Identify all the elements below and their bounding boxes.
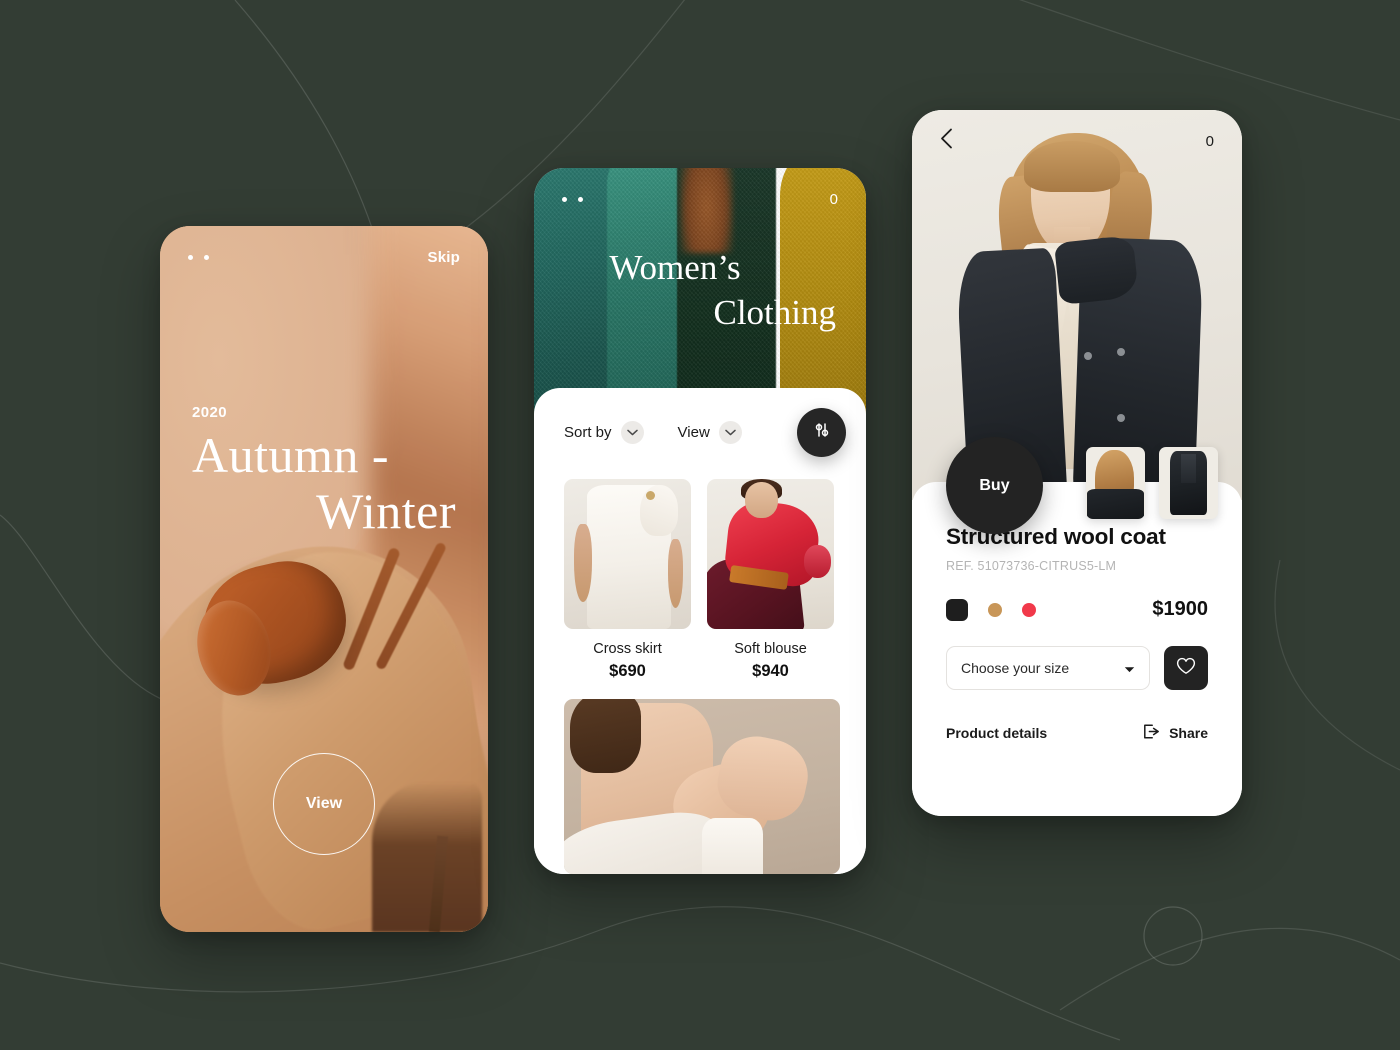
thumbnail-item[interactable] xyxy=(1159,447,1218,519)
catalog-sheet: Sort by View Cross skirt $690 Soft blous… xyxy=(534,388,866,874)
pagination-dot xyxy=(562,196,567,202)
product-price: $1900 xyxy=(1152,598,1208,620)
share-label: Share xyxy=(1169,725,1208,741)
view-mode-label: View xyxy=(677,424,710,441)
share-arrow-icon xyxy=(1143,724,1160,742)
back-button[interactable] xyxy=(940,128,953,154)
favorite-button[interactable] xyxy=(1164,646,1208,690)
onboarding-heading: 2020 Autumn - Winter xyxy=(192,404,460,539)
product-card[interactable]: Soft blouse $940 xyxy=(707,479,834,681)
color-swatch-tan[interactable] xyxy=(988,602,1002,617)
detail-topbar: 0 xyxy=(912,110,1242,172)
chevron-left-icon xyxy=(940,128,953,153)
product-card-wide[interactable] xyxy=(564,699,840,874)
share-button[interactable]: Share xyxy=(1143,724,1208,742)
sort-by-control[interactable]: Sort by xyxy=(564,421,644,444)
caret-down-icon xyxy=(1124,660,1135,676)
cart-count[interactable]: 0 xyxy=(830,191,838,208)
season-title-line1: Autumn - xyxy=(192,427,390,483)
pagination-dots[interactable] xyxy=(188,254,209,260)
size-select-value: Choose your size xyxy=(961,660,1070,676)
heart-icon xyxy=(1176,657,1196,680)
screen-onboarding: Skip 2020 Autumn - Winter View xyxy=(160,226,488,932)
product-price: $690 xyxy=(609,662,646,680)
pagination-dot xyxy=(578,196,583,202)
product-name: Cross skirt xyxy=(593,641,662,657)
view-mode-control[interactable]: View xyxy=(678,421,742,444)
skip-button[interactable]: Skip xyxy=(428,249,460,266)
view-button[interactable]: View xyxy=(273,753,375,855)
product-price: $940 xyxy=(752,662,789,680)
product-name: Soft blouse xyxy=(734,641,807,657)
thumbnail-strip xyxy=(1086,447,1218,519)
chevron-down-icon xyxy=(718,421,742,444)
size-select[interactable]: Choose your size xyxy=(946,646,1150,690)
pagination-dot xyxy=(188,254,193,260)
chevron-down-icon xyxy=(620,421,644,444)
product-info-sheet: Structured wool coat REF. 51073736-CITRU… xyxy=(912,482,1242,816)
catalog-title: Women’s Clothing xyxy=(560,246,836,336)
thumbnail-item[interactable] xyxy=(1086,447,1145,519)
sort-by-label: Sort by xyxy=(564,424,612,441)
filter-button[interactable] xyxy=(797,408,846,457)
pagination-dots[interactable] xyxy=(562,196,583,202)
product-image xyxy=(564,479,691,629)
detail-actions-row: Product details Share xyxy=(946,724,1208,742)
catalog-title-line1: Women’s xyxy=(609,248,741,287)
catalog-topbar: 0 xyxy=(534,168,866,230)
onboarding-topbar: Skip xyxy=(160,226,488,288)
season-year: 2020 xyxy=(192,404,227,421)
buy-button[interactable]: Buy xyxy=(946,437,1043,534)
product-card[interactable]: Cross skirt $690 xyxy=(564,479,691,681)
catalog-title-line2: Clothing xyxy=(713,292,836,332)
catalog-toolbar: Sort by View xyxy=(534,388,866,469)
pagination-dot xyxy=(204,254,209,260)
size-and-favorite-row: Choose your size xyxy=(946,646,1208,690)
color-swatch-black[interactable] xyxy=(946,598,968,621)
color-swatch-red[interactable] xyxy=(1022,602,1036,617)
cart-count[interactable]: 0 xyxy=(1206,133,1214,150)
product-ref: REF. 51073736-CITRUS5-LM xyxy=(946,559,1117,573)
color-options: $1900 xyxy=(946,598,1208,621)
season-title: Autumn - Winter xyxy=(192,427,460,539)
product-image xyxy=(707,479,834,629)
product-details-link[interactable]: Product details xyxy=(946,725,1047,741)
screen-catalog: 0 Women’s Clothing Sort by View Cross sk… xyxy=(534,168,866,874)
sliders-icon xyxy=(812,420,832,445)
product-grid: Cross skirt $690 Soft blouse $940 xyxy=(534,469,866,681)
screen-product-detail: 0 Buy Structured wool coat REF. 51073736… xyxy=(912,110,1242,816)
season-title-line2: Winter xyxy=(316,483,456,539)
